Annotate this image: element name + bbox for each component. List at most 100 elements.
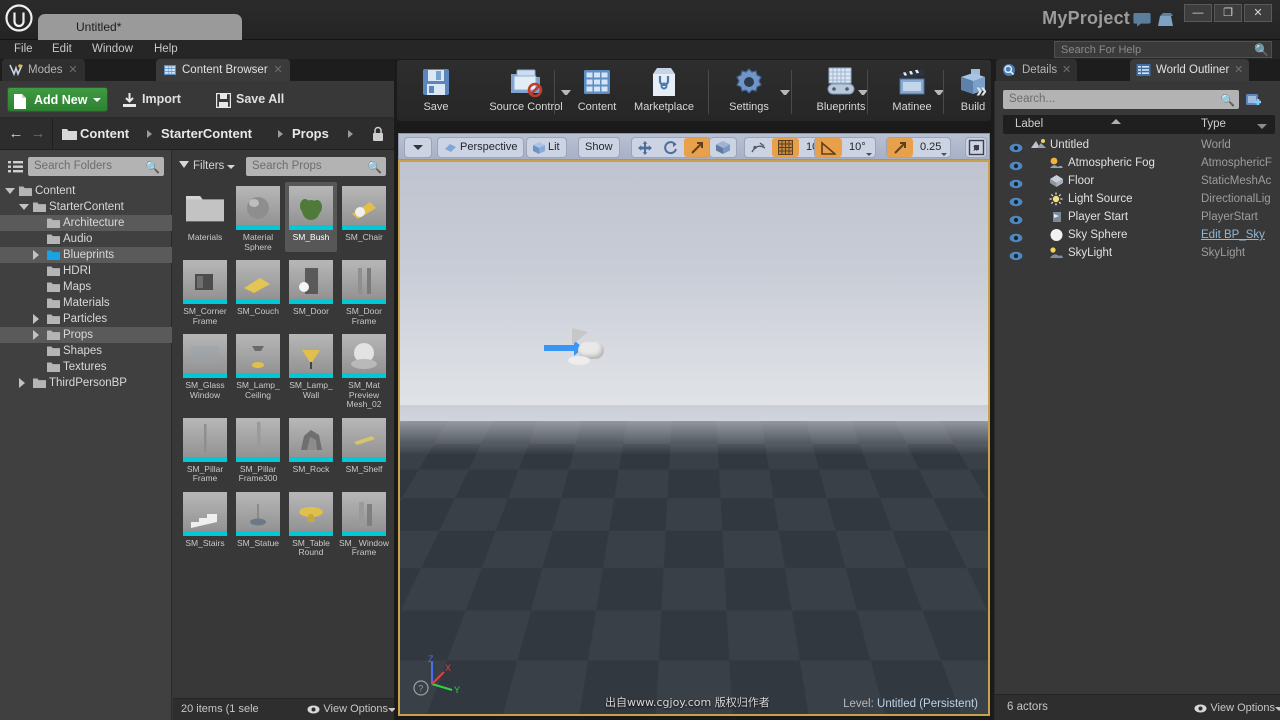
scale-snap-value[interactable]: 0.25 bbox=[913, 138, 950, 157]
folder-tree-item-content[interactable]: Content bbox=[0, 183, 172, 199]
asset-item[interactable]: SM_Statue bbox=[232, 488, 284, 558]
feedback-bubble-icon[interactable] bbox=[1133, 12, 1151, 28]
settings-dropdown[interactable] bbox=[780, 90, 790, 100]
chevron-down-icon[interactable] bbox=[1257, 124, 1267, 129]
folder-tree-item-hdri[interactable]: HDRI bbox=[0, 263, 172, 279]
chevron-down-icon[interactable] bbox=[5, 188, 15, 198]
asset-item[interactable]: SM_Mat Preview Mesh_02 bbox=[338, 330, 390, 410]
outliner-row[interactable]: Floor StaticMeshAc bbox=[1003, 172, 1275, 190]
folder-tree-item-textures[interactable]: Textures bbox=[0, 359, 172, 375]
filters-button[interactable]: Filters bbox=[179, 157, 236, 176]
toolbar-overflow-chevron-icon[interactable]: » bbox=[976, 80, 987, 103]
outliner-row[interactable]: Light Source DirectionalLig bbox=[1003, 190, 1275, 208]
folder-tree-item-audio[interactable]: Audio bbox=[0, 231, 172, 247]
world-space-button[interactable] bbox=[710, 138, 736, 157]
menu-help[interactable]: Help bbox=[146, 40, 186, 59]
nav-back-button[interactable]: ← bbox=[8, 125, 24, 143]
menu-edit[interactable]: Edit bbox=[44, 40, 80, 59]
save-all-button[interactable]: Save All bbox=[215, 87, 284, 112]
close-button[interactable]: ✕ bbox=[1244, 4, 1272, 22]
outliner-row[interactable]: SkyLight SkyLight bbox=[1003, 244, 1275, 262]
asset-item[interactable]: SM_Lamp_ Wall bbox=[285, 330, 337, 410]
toolbar-save[interactable]: Save bbox=[401, 64, 471, 120]
asset-item[interactable]: SM_Glass Window bbox=[179, 330, 231, 410]
outliner-row[interactable]: Untitled World bbox=[1003, 136, 1275, 154]
help-search-input[interactable]: Search For Help 🔍 bbox=[1054, 41, 1272, 58]
outliner-view-options-button[interactable]: View Options bbox=[1194, 702, 1280, 714]
maximize-button[interactable]: ❐ bbox=[1214, 4, 1242, 22]
folder-tree-item-shapes[interactable]: Shapes bbox=[0, 343, 172, 359]
asset-item[interactable]: SM_Door bbox=[285, 256, 337, 326]
viewport-options-menu[interactable] bbox=[404, 137, 432, 158]
rotation-snap-value[interactable]: 10° bbox=[842, 138, 875, 157]
asset-item[interactable]: SM_Door Frame bbox=[338, 256, 390, 326]
show-menu-group[interactable]: Show bbox=[578, 137, 620, 158]
viewport-3d-canvas[interactable]: ? Z X Y 出自www.cgjoy.com 版权归作者 Level: Unt… bbox=[398, 160, 990, 716]
folder-tree-item-thirdpersonbp[interactable]: ThirdPersonBP bbox=[0, 375, 172, 391]
tab-modes[interactable]: Modes ✕ bbox=[2, 59, 85, 81]
toolbar-settings[interactable]: Settings bbox=[714, 64, 784, 120]
view-mode-button[interactable]: Lit bbox=[527, 138, 566, 157]
breadcrumb-startercontent[interactable]: StarterContent bbox=[161, 125, 252, 143]
asset-item[interactable]: SM_ Window Frame bbox=[338, 488, 390, 558]
close-icon[interactable]: ✕ bbox=[273, 59, 282, 81]
chevron-right-icon[interactable] bbox=[33, 250, 42, 260]
player-start-actor[interactable] bbox=[544, 328, 610, 372]
show-menu-button[interactable]: Show bbox=[579, 138, 619, 157]
rotation-snap-toggle[interactable] bbox=[815, 138, 842, 157]
asset-item[interactable]: SM_Stairs bbox=[179, 488, 231, 558]
add-actor-button[interactable] bbox=[1245, 90, 1263, 108]
folder-tree-item-props[interactable]: Props bbox=[0, 327, 172, 343]
folder-tree-item-particles[interactable]: Particles bbox=[0, 311, 172, 327]
asset-item[interactable]: SM_Bush bbox=[285, 182, 337, 252]
content-view-options-button[interactable]: View Options bbox=[307, 703, 396, 715]
project-tab[interactable]: Untitled* bbox=[38, 14, 242, 40]
import-button[interactable]: Import bbox=[122, 87, 181, 112]
folder-tree-item-materials[interactable]: Materials bbox=[0, 295, 172, 311]
outliner-row[interactable]: Sky Sphere Edit BP_Sky bbox=[1003, 226, 1275, 244]
visibility-eye-icon[interactable] bbox=[1009, 176, 1023, 189]
chevron-right-icon[interactable] bbox=[19, 378, 28, 388]
column-label[interactable]: Label bbox=[1015, 115, 1043, 134]
menu-window[interactable]: Window bbox=[84, 40, 141, 59]
grid-snap-toggle[interactable] bbox=[772, 138, 799, 157]
tab-world-outliner[interactable]: World Outliner ✕ bbox=[1130, 59, 1250, 81]
column-type[interactable]: Type bbox=[1201, 115, 1226, 134]
asset-item[interactable]: SM_Pillar Frame bbox=[179, 414, 231, 484]
asset-item[interactable]: SM_Chair bbox=[338, 182, 390, 252]
folder-tree-item-architecture[interactable]: Architecture bbox=[0, 215, 172, 231]
visibility-eye-icon[interactable] bbox=[1009, 230, 1023, 243]
visibility-eye-icon[interactable] bbox=[1009, 140, 1023, 153]
folder-tree-item-blueprints[interactable]: Blueprints bbox=[0, 247, 172, 263]
folder-search-input[interactable]: Search Folders 🔍 bbox=[28, 157, 164, 176]
asset-item[interactable]: SM_Rock bbox=[285, 414, 337, 484]
coordinate-space-group[interactable] bbox=[709, 137, 737, 158]
visibility-eye-icon[interactable] bbox=[1009, 158, 1023, 171]
outliner-row[interactable]: Atmospheric Fog AtmosphericF bbox=[1003, 154, 1275, 172]
view-mode-group[interactable]: Lit bbox=[526, 137, 567, 158]
minimize-button[interactable]: — bbox=[1184, 4, 1212, 22]
chevron-down-icon[interactable] bbox=[19, 204, 29, 214]
close-icon[interactable]: ✕ bbox=[68, 59, 77, 81]
camera-mode-button[interactable]: Perspective bbox=[438, 138, 523, 157]
toolbar-build[interactable]: Build bbox=[947, 64, 999, 120]
folder-tree-item-startercontent[interactable]: StarterContent bbox=[0, 199, 172, 215]
asset-item[interactable]: SM_Lamp_ Ceiling bbox=[232, 330, 284, 410]
breadcrumb-props[interactable]: Props bbox=[292, 125, 329, 143]
tab-content-browser[interactable]: Content Browser ✕ bbox=[156, 59, 290, 81]
lock-icon[interactable] bbox=[372, 126, 384, 142]
asset-item[interactable]: SM_Shelf bbox=[338, 414, 390, 484]
outliner-row-type[interactable]: Edit BP_Sky bbox=[1201, 226, 1280, 244]
visibility-eye-icon[interactable] bbox=[1009, 194, 1023, 207]
asset-item[interactable]: Material Sphere bbox=[232, 182, 284, 252]
asset-item[interactable]: SM_Pillar Frame300 bbox=[232, 414, 284, 484]
breadcrumb-content[interactable]: Content bbox=[80, 125, 129, 143]
maximize-viewport-button[interactable] bbox=[968, 139, 985, 156]
scale-snap-toggle[interactable] bbox=[887, 138, 913, 157]
translate-mode-button[interactable] bbox=[632, 138, 658, 157]
nav-forward-button[interactable]: → bbox=[30, 125, 46, 143]
chevron-right-icon[interactable] bbox=[33, 330, 42, 340]
rotate-mode-button[interactable] bbox=[658, 138, 684, 157]
surface-snap-button[interactable] bbox=[745, 138, 772, 157]
outliner-search-input[interactable]: Search... 🔍 bbox=[1003, 90, 1239, 109]
